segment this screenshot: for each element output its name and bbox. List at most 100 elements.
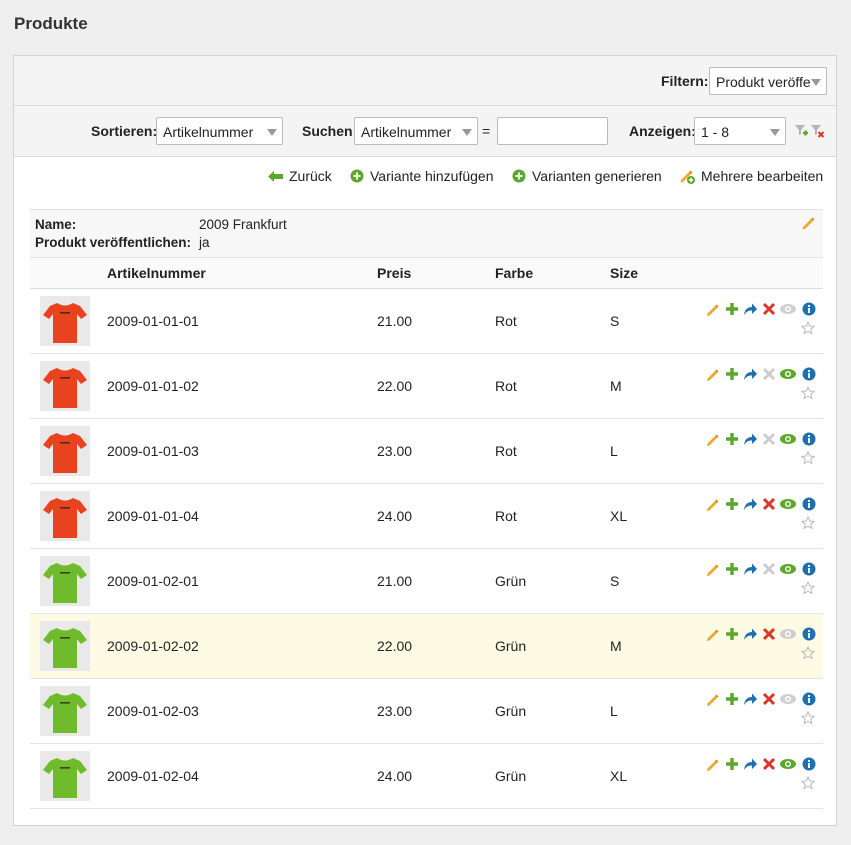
visibility-eye-icon[interactable] bbox=[779, 626, 796, 642]
pencil-icon[interactable] bbox=[706, 496, 722, 512]
redirect-arrow-icon[interactable] bbox=[742, 756, 758, 772]
row-actions bbox=[703, 756, 823, 776]
pencil-icon[interactable] bbox=[706, 756, 722, 772]
plus-icon[interactable] bbox=[724, 431, 740, 447]
info-icon[interactable] bbox=[802, 496, 818, 512]
cell-color: Grün bbox=[495, 768, 527, 784]
filter-bar: Filtern: Produkt veröffe bbox=[14, 56, 836, 106]
tshirt-icon bbox=[43, 628, 87, 668]
star-icon[interactable] bbox=[801, 386, 815, 400]
plus-icon[interactable] bbox=[724, 496, 740, 512]
table-row[interactable]: 2009-01-01-03 23.00 Rot L bbox=[30, 419, 823, 484]
product-info: Name: 2009 Frankfurt Produkt veröffentli… bbox=[30, 209, 823, 258]
visibility-eye-icon[interactable] bbox=[779, 561, 796, 577]
edit-product-pencil-icon[interactable] bbox=[802, 216, 815, 230]
star-icon[interactable] bbox=[801, 646, 815, 660]
plus-circle-icon bbox=[512, 169, 526, 183]
star-icon[interactable] bbox=[801, 321, 815, 335]
delete-icon[interactable] bbox=[761, 756, 777, 772]
pencil-icon[interactable] bbox=[706, 561, 722, 577]
visibility-eye-icon[interactable] bbox=[779, 366, 796, 382]
cell-size: M bbox=[610, 638, 622, 654]
remove-filter-icon[interactable] bbox=[810, 124, 824, 138]
filter-select-value: Produkt veröffe bbox=[716, 74, 811, 90]
tshirt-icon bbox=[43, 368, 87, 408]
pencil-icon[interactable] bbox=[706, 431, 722, 447]
bulk-edit-button[interactable]: Mehrere bearbeiten bbox=[679, 168, 823, 184]
product-name-value: 2009 Frankfurt bbox=[199, 217, 287, 232]
visibility-eye-icon[interactable] bbox=[779, 301, 796, 317]
info-icon[interactable] bbox=[802, 626, 818, 642]
chevron-down-icon bbox=[462, 129, 472, 136]
show-range-select[interactable]: 1 - 8 bbox=[694, 117, 786, 145]
info-icon[interactable] bbox=[802, 756, 818, 772]
info-icon[interactable] bbox=[802, 301, 818, 317]
table-row[interactable]: 2009-01-02-02 22.00 Grün M bbox=[30, 614, 823, 679]
back-button[interactable]: Zurück bbox=[268, 168, 332, 184]
redirect-arrow-icon[interactable] bbox=[742, 301, 758, 317]
plus-icon[interactable] bbox=[724, 756, 740, 772]
sort-label: Sortieren: bbox=[91, 123, 158, 139]
table-row[interactable]: 2009-01-02-04 24.00 Grün XL bbox=[30, 744, 823, 809]
pencil-icon[interactable] bbox=[706, 626, 722, 642]
star-icon[interactable] bbox=[801, 451, 815, 465]
cell-color: Rot bbox=[495, 443, 517, 459]
product-thumbnail bbox=[40, 296, 90, 346]
plus-icon[interactable] bbox=[724, 691, 740, 707]
table-header: Artikelnummer Preis Farbe Size bbox=[30, 258, 823, 289]
info-icon[interactable] bbox=[802, 366, 818, 382]
table-row[interactable]: 2009-01-02-03 23.00 Grün L bbox=[30, 679, 823, 744]
redirect-arrow-icon[interactable] bbox=[742, 691, 758, 707]
redirect-arrow-icon[interactable] bbox=[742, 366, 758, 382]
plus-icon[interactable] bbox=[724, 301, 740, 317]
product-published-value: ja bbox=[199, 235, 210, 250]
table-row[interactable]: 2009-01-01-01 21.00 Rot S bbox=[30, 289, 823, 354]
add-filter-icon[interactable] bbox=[794, 124, 808, 138]
star-icon[interactable] bbox=[801, 516, 815, 530]
delete-icon[interactable] bbox=[761, 496, 777, 512]
plus-icon[interactable] bbox=[724, 366, 740, 382]
info-icon[interactable] bbox=[802, 431, 818, 447]
visibility-eye-icon[interactable] bbox=[779, 756, 796, 772]
redirect-arrow-icon[interactable] bbox=[742, 561, 758, 577]
product-name-label: Name: bbox=[35, 217, 77, 232]
delete-icon[interactable] bbox=[761, 691, 777, 707]
search-field-select[interactable]: Artikelnummer bbox=[354, 117, 478, 145]
row-actions bbox=[703, 561, 823, 581]
plus-icon[interactable] bbox=[724, 626, 740, 642]
visibility-eye-icon[interactable] bbox=[779, 496, 796, 512]
redirect-arrow-icon[interactable] bbox=[742, 496, 758, 512]
delete-icon[interactable] bbox=[761, 561, 777, 577]
star-icon[interactable] bbox=[801, 581, 815, 595]
pencil-icon[interactable] bbox=[706, 301, 722, 317]
visibility-eye-icon[interactable] bbox=[779, 431, 796, 447]
cell-price: 23.00 bbox=[377, 703, 413, 719]
search-input[interactable] bbox=[497, 117, 608, 145]
delete-icon[interactable] bbox=[761, 301, 777, 317]
redirect-arrow-icon[interactable] bbox=[742, 431, 758, 447]
visibility-eye-icon[interactable] bbox=[779, 691, 796, 707]
table-row[interactable]: 2009-01-02-01 21.00 Grün S bbox=[30, 549, 823, 614]
filter-select[interactable]: Produkt veröffe bbox=[709, 67, 827, 95]
cell-size: L bbox=[610, 703, 618, 719]
pencil-icon[interactable] bbox=[706, 366, 722, 382]
plus-icon[interactable] bbox=[724, 561, 740, 577]
pencil-icon[interactable] bbox=[706, 691, 722, 707]
info-icon[interactable] bbox=[802, 691, 818, 707]
delete-icon[interactable] bbox=[761, 626, 777, 642]
delete-icon[interactable] bbox=[761, 431, 777, 447]
sort-select[interactable]: Artikelnummer bbox=[156, 117, 283, 145]
redirect-arrow-icon[interactable] bbox=[742, 626, 758, 642]
sort-search-bar: Sortieren: Artikelnummer Suchen: Artikel… bbox=[14, 106, 836, 157]
products-panel: Filtern: Produkt veröffe Sortieren: Arti… bbox=[13, 55, 837, 826]
table-row[interactable]: 2009-01-01-04 24.00 Rot XL bbox=[30, 484, 823, 549]
star-icon[interactable] bbox=[801, 711, 815, 725]
add-variant-button[interactable]: Variante hinzufügen bbox=[350, 168, 494, 184]
star-icon[interactable] bbox=[801, 776, 815, 790]
generate-variants-button[interactable]: Varianten generieren bbox=[512, 168, 662, 184]
table-row[interactable]: 2009-01-01-02 22.00 Rot M bbox=[30, 354, 823, 419]
delete-icon[interactable] bbox=[761, 366, 777, 382]
info-icon[interactable] bbox=[802, 561, 818, 577]
cell-price: 21.00 bbox=[377, 573, 413, 589]
cell-sku: 2009-01-01-04 bbox=[107, 508, 199, 524]
